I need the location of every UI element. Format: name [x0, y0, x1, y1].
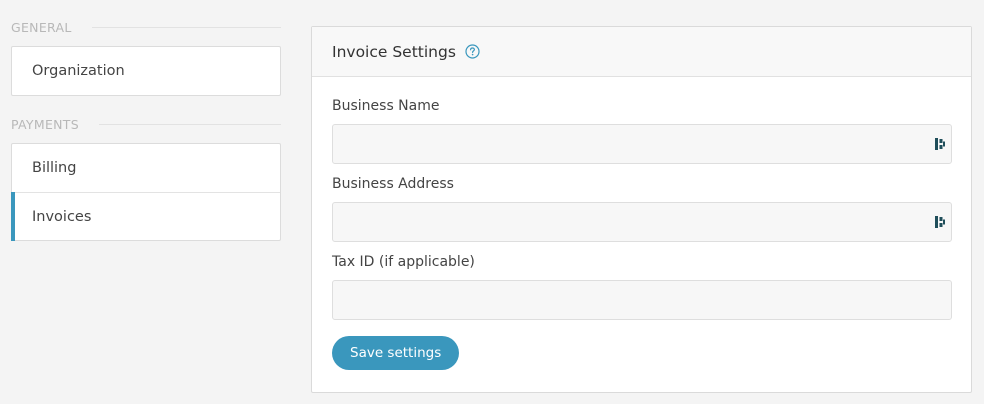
sidebar-item-billing[interactable]: Billing	[12, 144, 280, 192]
business-name-input[interactable]	[332, 124, 952, 164]
card-body: Business Name Business Address Tax ID (i…	[312, 98, 971, 370]
business-address-label: Business Address	[332, 176, 454, 192]
tax-id-field-wrap	[332, 280, 952, 320]
section-header-general: General	[11, 18, 281, 36]
card-header: Invoice Settings	[312, 27, 971, 77]
sidebar-item-invoices[interactable]: Invoices	[11, 192, 280, 241]
invoice-settings-card: Invoice Settings Business Name Business …	[311, 26, 972, 393]
password-manager-icon[interactable]	[934, 214, 946, 230]
business-address-input[interactable]	[332, 202, 952, 242]
nav-group-general: Organization	[11, 46, 281, 96]
password-manager-icon[interactable]	[934, 136, 946, 152]
section-header-payments: Payments	[11, 115, 281, 133]
business-name-label: Business Name	[332, 98, 440, 114]
tax-id-input[interactable]	[332, 280, 952, 320]
sidebar-item-label: Billing	[32, 160, 77, 176]
section-header-label: Payments	[11, 116, 79, 132]
sidebar-item-label: Invoices	[32, 208, 92, 225]
save-settings-button[interactable]: Save settings	[332, 336, 460, 370]
business-address-field-wrap	[332, 202, 952, 242]
divider	[98, 123, 281, 125]
sidebar-item-organization[interactable]: Organization	[12, 47, 280, 95]
question-circle-icon[interactable]	[465, 44, 480, 59]
tax-id-label: Tax ID (if applicable)	[332, 254, 475, 270]
business-name-field-wrap	[332, 124, 952, 164]
divider	[91, 26, 281, 28]
settings-sidebar: General Organization Payments Billing In…	[11, 18, 281, 260]
section-header-label: General	[11, 19, 72, 35]
sidebar-item-label: Organization	[32, 63, 125, 79]
nav-group-payments: Billing Invoices	[11, 143, 281, 241]
card-title: Invoice Settings	[332, 42, 456, 61]
